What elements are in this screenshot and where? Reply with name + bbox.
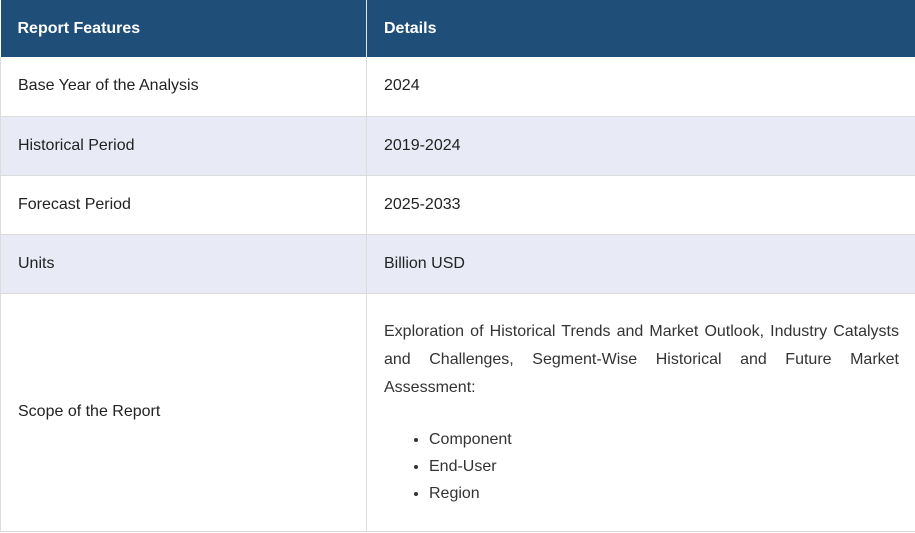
list-item: End-User xyxy=(429,453,899,480)
scope-detail-cell: Exploration of Historical Trends and Mar… xyxy=(366,293,915,532)
table-row-scope: Scope of the Report Exploration of Histo… xyxy=(0,293,915,532)
detail-cell: 2025-2033 xyxy=(366,175,915,235)
list-item: Component xyxy=(429,426,899,453)
list-item: Region xyxy=(429,480,899,507)
feature-cell: Base Year of the Analysis xyxy=(0,57,367,117)
column-header-report-features: Report Features xyxy=(0,0,367,57)
column-header-details: Details xyxy=(366,0,915,57)
feature-cell: Forecast Period xyxy=(0,175,367,235)
table-row: Forecast Period 2025-2033 xyxy=(0,175,915,235)
table-row: Base Year of the Analysis 2024 xyxy=(0,57,915,117)
scope-description: Exploration of Historical Trends and Mar… xyxy=(384,322,899,396)
report-features-table: Report Features Details Base Year of the… xyxy=(0,0,915,532)
feature-cell: Scope of the Report xyxy=(0,293,367,532)
detail-cell: 2024 xyxy=(366,57,915,117)
feature-cell: Units xyxy=(0,234,367,294)
table-header-row: Report Features Details xyxy=(0,0,915,57)
detail-cell: 2019-2024 xyxy=(366,116,915,176)
detail-cell: Billion USD xyxy=(366,234,915,294)
feature-cell: Historical Period xyxy=(0,116,367,176)
table-row: Units Billion USD xyxy=(0,234,915,294)
scope-segment-list: Component End-User Region xyxy=(384,426,899,507)
table-row: Historical Period 2019-2024 xyxy=(0,116,915,176)
